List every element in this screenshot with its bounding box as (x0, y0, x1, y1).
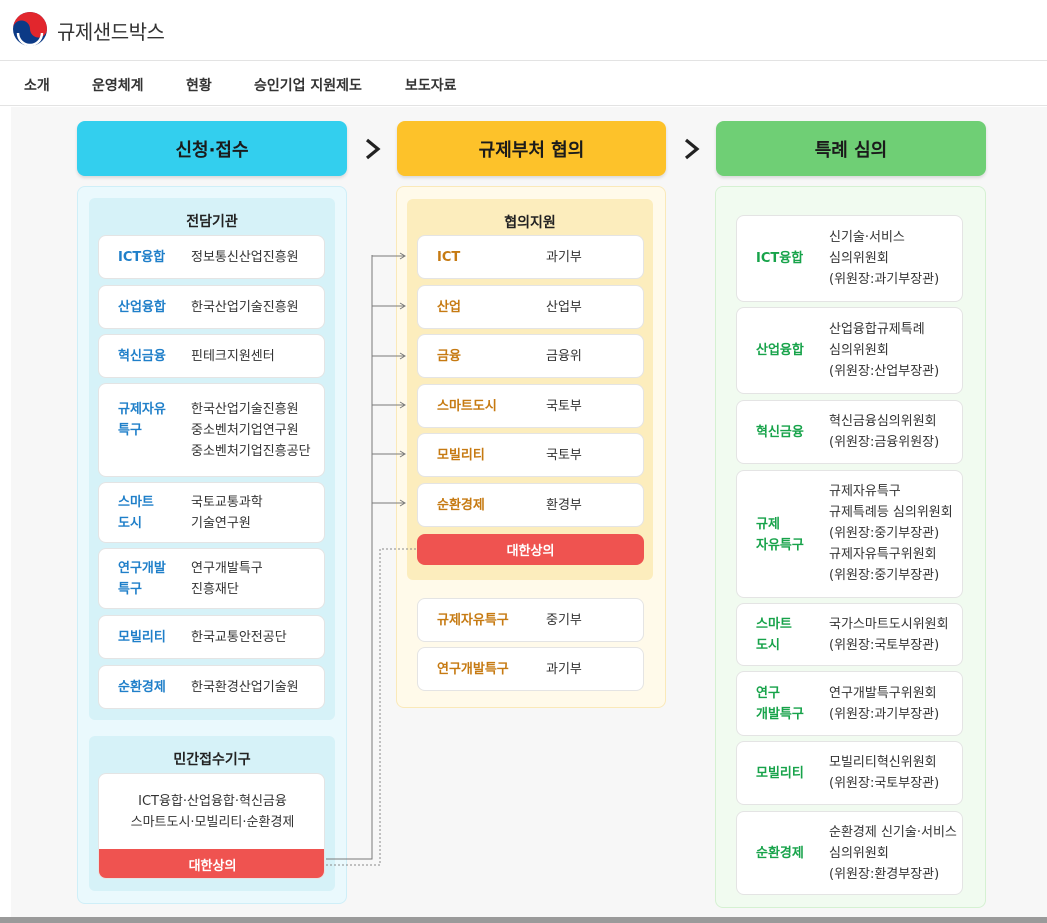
committee-card-key: 순환경제 (756, 846, 804, 861)
bottom-scroll-bar (0, 917, 1047, 923)
agency-card-value: 연구개발특구 진흥재단 (191, 561, 263, 597)
agency-card-key: 순환경제 (118, 680, 166, 695)
committee-card-key: ICT융합 (756, 251, 804, 266)
agency-card: 혁신금융 핀테크지원센터 (98, 334, 325, 378)
committee-card-value: 모빌리티혁신위원회 (위원장:국토부장관) (829, 755, 940, 791)
agency-card: ICT융합 정보통신산업진흥원 (98, 235, 325, 279)
agency-card: 스마트 도시 국토교통과학 기술연구원 (98, 482, 325, 543)
committee-card: ICT융합 신기술·서비스 심의위원회 (위원장:과기부장관) (736, 215, 963, 302)
agency-card-key: 모빌리티 (118, 630, 166, 645)
committee-card-value: 규제자유특구 규제특례등 심의위원회 (위원장:중기부장관) 규제자유특구위원회… (829, 484, 953, 583)
ministry-card: 연구개발특구 과기부 (417, 647, 644, 691)
ministry-card-key: 산업 (437, 300, 461, 315)
committee-card-value: 연구개발특구위원회 (위원장:과기부장관) (829, 686, 940, 722)
kcci-consult-bar: 대한상의 (417, 534, 644, 565)
nav-item-status[interactable]: 현황 (186, 75, 212, 95)
agency-card-key: 연구개발 특구 (118, 561, 166, 597)
ministry-card: 규제자유특구 중기부 (417, 598, 644, 642)
ministry-card-value: 과기부 (546, 662, 582, 677)
main-nav: 소개 운영체계 현황 승인기업 지원제도 보도자료 (0, 62, 1047, 106)
ministry-card-key: 순환경제 (437, 498, 485, 513)
committee-card-value: 혁신금융심의위원회 (위원장:금융위원장) (829, 414, 940, 450)
committee-card-value: 산업융합규제특례 심의위원회 (위원장:산업부장관) (829, 322, 940, 379)
agency-card-key: 스마트 도시 (118, 495, 154, 531)
ministry-card: 스마트도시 국토부 (417, 384, 644, 428)
agency-card-key: 규제자유 특구 (118, 402, 166, 438)
agency-card: 규제자유 특구 한국산업기술진흥원 중소벤처기업연구원 중소벤처기업진흥공단 (98, 383, 325, 477)
ministry-card-key: ICT (437, 250, 461, 265)
chevron-right-icon (684, 138, 700, 160)
agency-card-value: 한국환경산업기술원 (191, 680, 299, 695)
committee-card: 순환경제 순환경제 신기술·서비스 심의위원회 (위원장:환경부장관) (736, 811, 963, 895)
agency-card-value: 한국산업기술진흥원 중소벤처기업연구원 중소벤처기업진흥공단 (191, 402, 311, 459)
agency-group-title: 전담기관 (186, 214, 238, 230)
ministry-card-key: 금융 (437, 349, 461, 364)
committee-card-key: 혁신금융 (756, 425, 804, 440)
stage-review-label: 특례 심의 (814, 139, 888, 161)
agency-card-key: ICT융합 (118, 250, 166, 265)
ministry-card: 모빌리티 국토부 (417, 433, 644, 477)
ministry-card-value: 과기부 (546, 250, 582, 265)
consult-support-title: 협의지원 (504, 215, 556, 231)
ministry-card-value: 금융위 (546, 349, 582, 364)
nav-item-support[interactable]: 승인기업 지원제도 (254, 75, 362, 95)
committee-card: 혁신금융 혁신금융심의위원회 (위원장:금융위원장) (736, 400, 963, 464)
ministry-card-value: 국토부 (546, 448, 582, 463)
ministry-card: 금융 금융위 (417, 334, 644, 378)
stage-review: 특례 심의 (716, 121, 986, 176)
committee-card-key: 연구 개발특구 (756, 686, 804, 722)
ministry-card-value: 중기부 (546, 613, 582, 628)
stage-application-label: 신청·접수 (175, 139, 249, 161)
private-intake-desc: ICT융합·산업융합·혁신금융 스마트도시·모빌리티·순환경제 (130, 794, 295, 830)
committee-card: 스마트 도시 국가스마트도시위원회 (위원장:국토부장관) (736, 603, 963, 666)
stage-consultation: 규제부처 협의 (397, 121, 666, 176)
nav-item-operation[interactable]: 운영체계 (92, 75, 144, 95)
ministry-card-key: 규제자유특구 (437, 613, 509, 628)
ministry-card: ICT 과기부 (417, 235, 644, 279)
stage-application: 신청·접수 (77, 121, 347, 176)
committee-card: 산업융합 산업융합규제특례 심의위원회 (위원장:산업부장관) (736, 307, 963, 394)
brand-title[interactable]: 규제샌드박스 (57, 16, 165, 45)
committee-card: 규제 자유특구 규제자유특구 규제특례등 심의위원회 (위원장:중기부장관) 규… (736, 470, 963, 598)
committee-card-key: 규제 자유특구 (756, 517, 804, 553)
nav-item-intro[interactable]: 소개 (24, 75, 50, 95)
committee-card: 모빌리티 모빌리티혁신위원회 (위원장:국토부장관) (736, 741, 963, 805)
ministry-card-key: 연구개발특구 (437, 662, 509, 677)
committee-card-key: 스마트 도시 (756, 617, 792, 653)
site-header: 규제샌드박스 (0, 0, 1047, 61)
agency-card-value: 국토교통과학 기술연구원 (191, 495, 263, 531)
agency-card-value: 한국산업기술진흥원 (191, 300, 299, 315)
agency-card-key: 산업융합 (118, 300, 166, 315)
taegeuk-logo-icon[interactable] (12, 11, 48, 47)
agency-card: 연구개발 특구 연구개발특구 진흥재단 (98, 548, 325, 609)
kcci-bar: 대한상의 (99, 849, 324, 878)
ministry-card: 순환경제 환경부 (417, 483, 644, 527)
ministry-card-value: 산업부 (546, 300, 582, 315)
agency-card-key: 혁신금융 (118, 349, 166, 364)
ministry-card-key: 스마트도시 (437, 399, 497, 414)
ministry-card: 산업 산업부 (417, 285, 644, 329)
committee-card-value: 국가스마트도시위원회 (위원장:국토부장관) (829, 617, 949, 653)
nav-item-press[interactable]: 보도자료 (405, 75, 457, 95)
agency-card: 산업융합 한국산업기술진흥원 (98, 285, 325, 329)
ministry-card-value: 환경부 (546, 498, 582, 513)
ministry-card-key: 모빌리티 (437, 448, 485, 463)
private-intake-title: 민간접수기구 (173, 752, 251, 768)
chevron-right-icon (365, 138, 381, 160)
committee-card-value: 신기술·서비스 심의위원회 (위원장:과기부장관) (829, 230, 940, 287)
stage-consultation-label: 규제부처 협의 (478, 139, 585, 161)
committee-card-key: 모빌리티 (756, 766, 804, 781)
agency-card-value: 핀테크지원센터 (191, 349, 275, 364)
agency-card: 모빌리티 한국교통안전공단 (98, 615, 325, 659)
ministry-card-value: 국토부 (546, 399, 582, 414)
committee-card: 연구 개발특구 연구개발특구위원회 (위원장:과기부장관) (736, 671, 963, 736)
committee-card-key: 산업융합 (756, 343, 804, 358)
private-intake-card: ICT융합·산업융합·혁신금융 스마트도시·모빌리티·순환경제 대한상의 (98, 773, 325, 879)
agency-card-value: 한국교통안전공단 (191, 630, 287, 645)
agency-card-value: 정보통신산업진흥원 (191, 250, 299, 265)
agency-card: 순환경제 한국환경산업기술원 (98, 665, 325, 709)
committee-card-value: 순환경제 신기술·서비스 심의위원회 (위원장:환경부장관) (829, 825, 957, 882)
